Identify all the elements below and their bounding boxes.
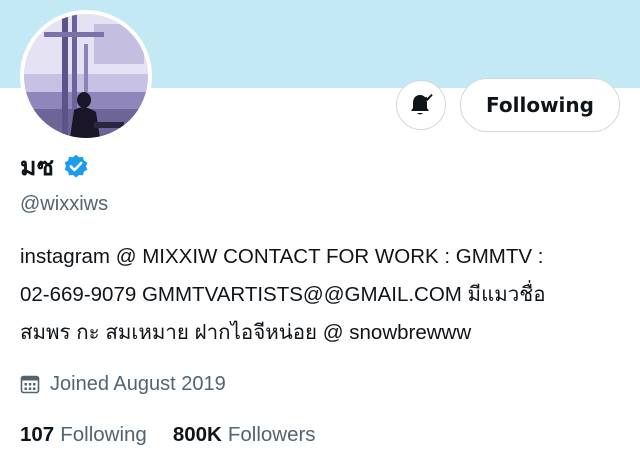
following-stat-link[interactable]: 107 Following <box>20 423 147 447</box>
profile-bio: instagram @ MIXXIW CONTACT FOR WORK : GM… <box>20 238 632 352</box>
name-row: มซ <box>20 150 90 184</box>
display-name: มซ <box>20 152 55 181</box>
join-date: Joined August 2019 <box>20 370 226 398</box>
followers-label: Followers <box>227 423 316 446</box>
avatar[interactable] <box>20 10 152 142</box>
following-count: 107 <box>20 423 55 446</box>
bio-line: instagram @ MIXXIW CONTACT FOR WORK : GM… <box>20 245 544 268</box>
user-handle: @wixxiws <box>20 193 109 215</box>
followers-count: 800K <box>172 423 222 446</box>
profile-stats: 107 Following 800K Followers <box>20 420 316 450</box>
avatar-image <box>24 14 148 138</box>
calendar-icon <box>20 375 40 394</box>
notifications-bell-button[interactable] <box>396 80 446 130</box>
bio-line: สมพร กะ สมเหมาย ฝากไอจีหน่อย @ snowbreww… <box>20 321 472 344</box>
join-date-text: Joined August 2019 <box>50 372 226 395</box>
bell-check-icon <box>411 93 433 115</box>
following-label: Following <box>60 423 147 446</box>
bio-line: 02-669-9079 GMMTVARTISTS@@GMAIL.COM มีแม… <box>20 283 546 306</box>
following-button[interactable]: Following <box>460 78 620 132</box>
followers-stat-link[interactable]: 800K Followers <box>173 423 316 447</box>
verified-badge-icon[interactable] <box>62 153 90 181</box>
